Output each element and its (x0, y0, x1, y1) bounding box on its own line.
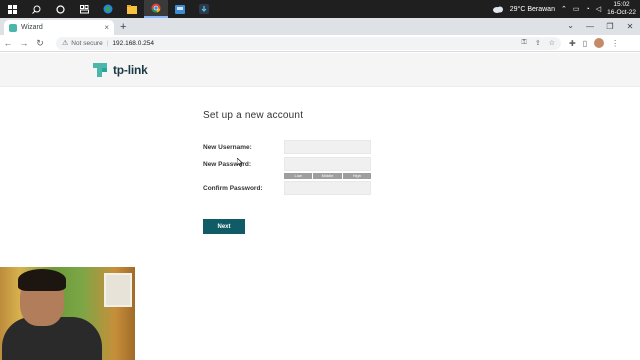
toolbar-right: ✚ ▯ ⋮ (569, 38, 619, 48)
window-controls: — ❐ ✕ (580, 18, 640, 35)
close-window-icon[interactable]: ✕ (620, 18, 640, 35)
back-arrow-icon[interactable]: ← (0, 35, 16, 51)
task-view-icon[interactable] (48, 0, 72, 18)
extensions-puzzle-icon[interactable]: ✚ (569, 39, 576, 48)
confirm-password-input[interactable] (284, 181, 371, 195)
close-tab-icon[interactable]: × (104, 23, 109, 32)
next-button[interactable]: Next (203, 219, 245, 234)
confirm-password-label: Confirm Password: (203, 184, 263, 192)
router-page-header: tp-link (0, 53, 640, 87)
chrome-icon[interactable] (144, 0, 168, 18)
clock-time: 15:02 (613, 1, 630, 8)
new-username-label: New Username: (203, 143, 252, 151)
app-icon[interactable] (168, 0, 192, 18)
clock[interactable]: 15:02 16-Oct-22 (607, 1, 636, 17)
app-icon-2[interactable] (192, 0, 216, 18)
weather-text[interactable]: 29°C Berawan (510, 6, 555, 13)
tp-link-logo: tp-link (90, 60, 148, 80)
edge-icon[interactable] (96, 0, 120, 18)
minimize-icon[interactable]: — (580, 18, 600, 35)
windows-taskbar: 29°C Berawan ⌃ ▭ ◔ ◁ 15:02 16-Oct-22 (0, 0, 640, 18)
strength-low: Low (284, 173, 313, 179)
tab-title: Wizard (21, 24, 43, 31)
tp-link-logo-icon (93, 63, 107, 77)
tp-link-favicon-icon (9, 23, 17, 32)
warning-icon[interactable]: ⚠ (62, 39, 68, 47)
strength-high: High (342, 173, 371, 179)
widgets-icon[interactable] (72, 0, 96, 18)
url-text[interactable]: 192.168.0.254 (112, 40, 154, 47)
password-strength-meter: Low Middle High (284, 173, 371, 179)
windows-start-icon[interactable] (0, 0, 24, 18)
cloud-weather-icon (492, 6, 503, 13)
account-setup-form: Set up a new account New Username: New P… (203, 110, 371, 234)
strength-middle: Middle (313, 173, 342, 179)
network-icon[interactable]: ◔ (585, 6, 589, 13)
webcam-person-hair (18, 269, 66, 291)
new-password-label: New Password: (203, 160, 252, 168)
browser-tabstrip: Wizard × + ⌄ — ❐ ✕ (0, 18, 640, 35)
new-password-row: New Password: (203, 157, 371, 171)
separator: | (106, 39, 109, 47)
omnibox-actions: ⚿ ⇪ ☆ (522, 39, 555, 47)
browser-toolbar: ← → ↻ ⚠ Not secure | 192.168.0.254 ⚿ ⇪ ☆… (0, 35, 640, 52)
address-bar[interactable]: ⚠ Not secure | 192.168.0.254 ⚿ ⇪ ☆ (56, 36, 561, 50)
security-label[interactable]: Not secure (71, 40, 102, 47)
file-explorer-icon[interactable] (120, 0, 144, 18)
mouse-cursor-icon (237, 158, 243, 167)
bookmark-star-icon[interactable]: ☆ (549, 39, 555, 47)
confirm-password-row: Confirm Password: (203, 181, 371, 195)
menu-kebab-icon[interactable]: ⋮ (611, 39, 619, 48)
system-tray: 29°C Berawan ⌃ ▭ ◔ ◁ 15:02 16-Oct-22 (492, 0, 636, 18)
battery-icon[interactable]: ▭ (573, 5, 580, 13)
tab-search-chevron-icon[interactable]: ⌄ (567, 21, 574, 30)
clock-date: 16-Oct-22 (607, 9, 636, 16)
new-tab-button[interactable]: + (120, 21, 126, 33)
side-panel-icon[interactable]: ▯ (583, 39, 587, 48)
search-icon[interactable] (24, 0, 48, 18)
chevron-up-icon[interactable]: ⌃ (561, 5, 567, 13)
new-password-input[interactable] (284, 157, 371, 171)
share-icon[interactable]: ⇪ (535, 39, 541, 47)
restore-icon[interactable]: ❐ (600, 18, 620, 35)
key-icon[interactable]: ⚿ (522, 39, 527, 47)
logo-text: tp-link (113, 63, 148, 77)
new-username-input[interactable] (284, 140, 371, 154)
webcam-window-element (104, 273, 132, 307)
speaker-icon[interactable]: ◁ (596, 5, 601, 13)
tab-wizard[interactable]: Wizard × (4, 20, 114, 35)
webcam-overlay (0, 267, 135, 360)
page-title: Set up a new account (203, 110, 304, 121)
new-username-row: New Username: (203, 140, 371, 154)
reload-icon[interactable]: ↻ (32, 35, 48, 51)
forward-arrow-icon[interactable]: → (16, 35, 32, 51)
profile-avatar[interactable] (594, 38, 605, 48)
